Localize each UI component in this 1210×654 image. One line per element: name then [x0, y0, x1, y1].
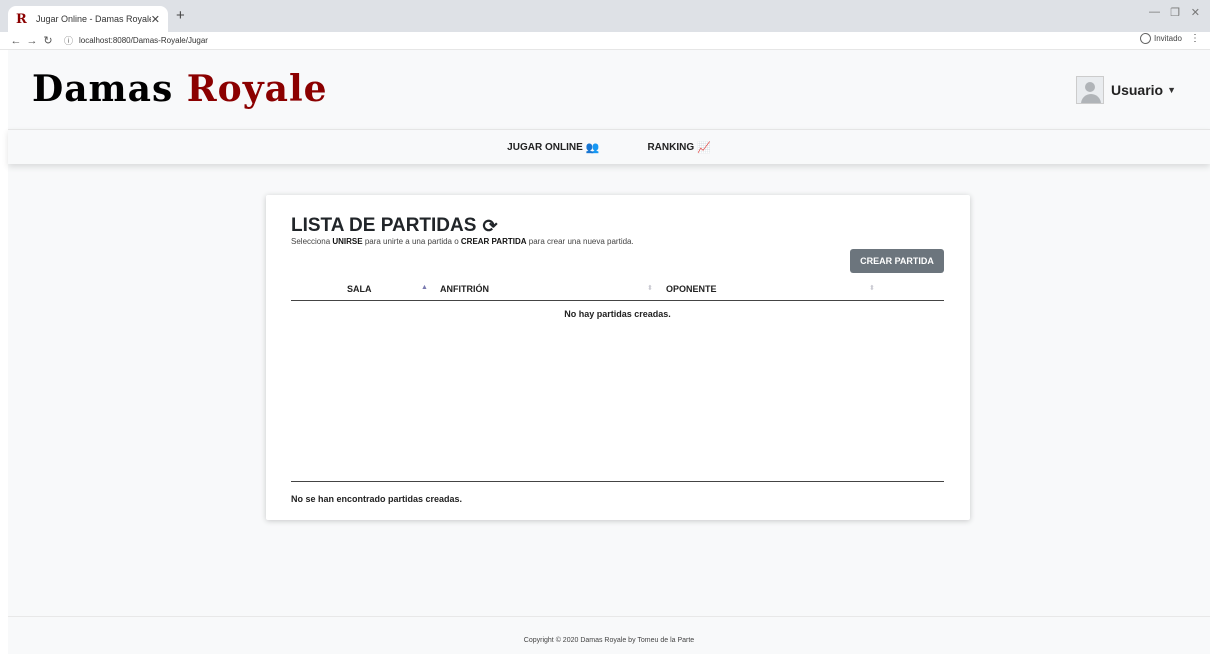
sort-asc-icon[interactable]: ▲	[421, 284, 428, 291]
subtitle-bold-crear: CREAR PARTIDA	[460, 237, 527, 246]
tab-strip: R Jugar Online - Damas Royale ✕ + — ❐ ✕	[0, 0, 1210, 32]
tab-title: Jugar Online - Damas Royale	[36, 14, 151, 24]
users-icon: 👥	[585, 141, 600, 154]
nav-jugar-online-label: JUGAR ONLINE	[507, 141, 583, 153]
minimize-icon[interactable]: —	[1149, 6, 1160, 18]
user-menu[interactable]: Usuario ▼	[1075, 76, 1176, 104]
card-subtitle: Selecciona UNIRSE para unirte a una part…	[291, 237, 634, 246]
chart-line-icon: 📈	[697, 141, 711, 154]
subtitle-bold-unirse: UNIRSE	[332, 237, 363, 246]
info-icon[interactable]: ⓘ	[64, 34, 73, 47]
table-header: SALA ▲ ANFITRIÓN ⬍ OPONENTE ⬍	[291, 279, 944, 301]
forward-icon[interactable]: →	[24, 35, 40, 47]
sort-icon[interactable]: ⬍	[869, 284, 875, 292]
page-content: Damas Royale Usuario ▼ JUGAR ONLINE 👥 RA…	[8, 50, 1210, 654]
page-title: LISTA DE PARTIDAS ⟳	[291, 215, 498, 237]
restore-icon[interactable]: ❐	[1170, 6, 1180, 19]
logo-text-royale: Royale	[186, 68, 328, 110]
site-header: Damas Royale Usuario ▼	[8, 50, 1210, 130]
column-header-sala[interactable]: SALA	[347, 284, 372, 294]
nav-jugar-online[interactable]: JUGAR ONLINE 👥	[507, 141, 599, 154]
subtitle-text-3: para crear una nueva partida.	[526, 237, 634, 246]
sort-icon[interactable]: ⬍	[647, 284, 653, 292]
logo-text-damas: Damas	[32, 68, 187, 110]
profile-icon	[1139, 33, 1151, 44]
page-footer: Copyright © 2020 Damas Royale by Tomeu d…	[8, 616, 1210, 654]
subtitle-text-1: Selecciona	[291, 237, 333, 246]
refresh-icon[interactable]: ⟳	[482, 216, 497, 237]
subtitle-text-2: para unirte a una partida o	[362, 237, 461, 246]
address-bar: ← → ↻ ⓘ localhost:8080/Damas-Royale/Juga…	[0, 32, 1210, 50]
main-nav: JUGAR ONLINE 👥 RANKING 📈	[8, 129, 1210, 164]
table-info: No se han encontrado partidas creadas.	[291, 494, 463, 504]
favicon-icon: R	[16, 11, 27, 27]
profile-label: Invitado	[1153, 34, 1182, 43]
browser-tab[interactable]: R Jugar Online - Damas Royale ✕	[8, 6, 168, 32]
back-icon[interactable]: ←	[8, 35, 24, 47]
url-text: localhost:8080/Damas-Royale/Jugar	[79, 36, 208, 45]
url-field[interactable]: ⓘ localhost:8080/Damas-Royale/Jugar	[64, 34, 208, 47]
caret-down-icon: ▼	[1167, 85, 1176, 95]
create-game-button[interactable]: CREAR PARTIDA	[850, 249, 944, 273]
table-footer-divider	[291, 481, 944, 482]
avatar	[1075, 76, 1104, 104]
profile-button[interactable]: Invitado ⋮	[1139, 33, 1200, 44]
new-tab-icon[interactable]: +	[176, 7, 185, 24]
copyright-text: Copyright © 2020 Damas Royale by Tomeu d…	[523, 637, 695, 644]
nav-ranking[interactable]: RANKING 📈	[647, 141, 710, 154]
column-header-anfitrion[interactable]: ANFITRIÓN	[440, 284, 489, 294]
close-tab-icon[interactable]: ✕	[151, 13, 160, 26]
empty-table-message: No hay partidas creadas.	[564, 309, 671, 319]
reload-icon[interactable]: ↻	[40, 34, 56, 47]
browser-window: R Jugar Online - Damas Royale ✕ + — ❐ ✕ …	[0, 0, 1210, 654]
menu-dots-icon[interactable]: ⋮	[1190, 33, 1200, 44]
site-logo[interactable]: Damas Royale	[32, 68, 328, 110]
nav-ranking-label: RANKING	[647, 141, 695, 153]
card-title-text: LISTA DE PARTIDAS	[291, 215, 477, 236]
user-name: Usuario	[1110, 82, 1164, 98]
close-window-icon[interactable]: ✕	[1191, 6, 1200, 19]
column-header-oponente[interactable]: OPONENTE	[666, 284, 717, 294]
games-card: LISTA DE PARTIDAS ⟳ Selecciona UNIRSE pa…	[266, 195, 970, 520]
